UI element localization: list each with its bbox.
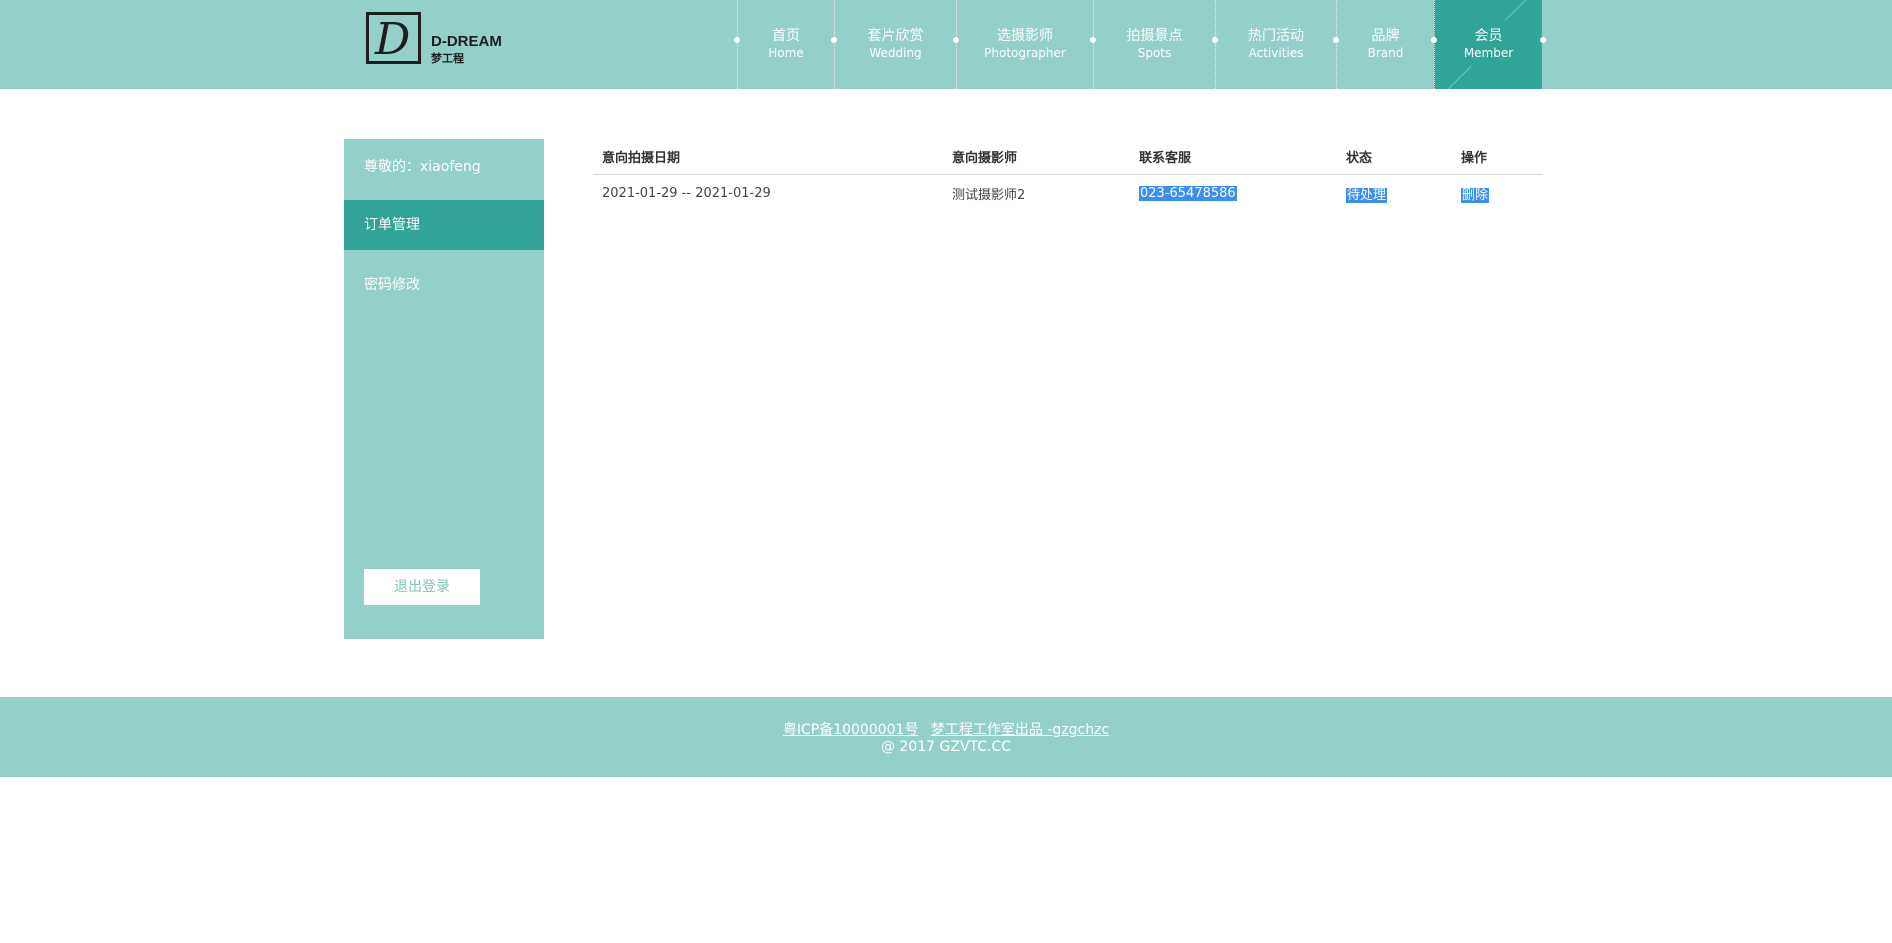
- cell-contact: 023-65478586: [1139, 185, 1237, 201]
- greeting: 尊敬的：xiaofeng: [364, 159, 481, 175]
- nav-item-spots[interactable]: 拍摄景点 Spots: [1090, 0, 1215, 89]
- nav-item-home[interactable]: 首页 Home: [734, 0, 834, 89]
- member-sidebar: 尊敬的：xiaofeng 订单管理 密码修改 退出登录: [344, 139, 544, 639]
- nav-label-zh: 选摄影师: [997, 28, 1053, 44]
- column-header-photographer: 意向摄影师: [943, 139, 1130, 175]
- sidebar-item-password[interactable]: 密码修改: [344, 260, 544, 310]
- logo-text: D-DREAM: [431, 33, 502, 50]
- site-header: D D-DREAM 梦工程 首页 Home 套片欣赏 Wedding 选摄影师 …: [0, 0, 1892, 95]
- column-header-action: 操作: [1452, 139, 1543, 175]
- studio-link[interactable]: 梦工程工作室出品 -gzgchzc: [931, 722, 1109, 738]
- nav-label-en: Wedding: [869, 46, 922, 60]
- sidebar-item-orders[interactable]: 订单管理: [344, 200, 544, 250]
- icp-link[interactable]: 粤ICP备10000001号: [783, 722, 919, 738]
- copyright: @ 2017 GZVTC.CC: [880, 739, 1012, 755]
- nav-item-wedding[interactable]: 套片欣赏 Wedding: [831, 0, 956, 89]
- table-row: 2021-01-29 -- 2021-01-29 测试摄影师2 023-6547…: [593, 175, 1543, 212]
- table-header-row: 意向拍摄日期 意向摄影师 联系客服 状态 操作: [593, 139, 1543, 175]
- main-nav: 首页 Home 套片欣赏 Wedding 选摄影师 Photographer 拍…: [734, 0, 1546, 95]
- cell-status: 待处理: [1346, 187, 1388, 203]
- nav-label-en: Photographer: [984, 46, 1066, 60]
- nav-item-activities[interactable]: 热门活动 Activities: [1212, 0, 1336, 89]
- logo-mark: D: [366, 12, 421, 64]
- nav-label-en: Member: [1463, 46, 1514, 60]
- cell-photographer: 测试摄影师2: [952, 187, 1026, 203]
- orders-table-container: 意向拍摄日期 意向摄影师 联系客服 状态 操作 2021-01-29 -- 20…: [593, 139, 1543, 211]
- footer-links: 粤ICP备10000001号 梦工程工作室出品 -gzgchzc: [0, 719, 1892, 739]
- cell-date: 2021-01-29 -- 2021-01-29: [602, 185, 771, 201]
- nav-item-brand[interactable]: 品牌 Brand: [1333, 0, 1434, 89]
- nav-label-en: Activities: [1248, 46, 1304, 60]
- column-header-status: 状态: [1337, 139, 1452, 175]
- nav-label-zh: 会员: [1474, 28, 1503, 44]
- nav-label-zh: 套片欣赏: [867, 28, 924, 44]
- nav-label-en: Brand: [1367, 46, 1404, 60]
- nav-label-en: Spots: [1137, 46, 1172, 60]
- logo-subtext: 梦工程: [431, 52, 464, 65]
- column-header-date: 意向拍摄日期: [593, 139, 943, 175]
- nav-item-member[interactable]: 会员 Member: [1431, 0, 1546, 95]
- nav-label-en: Home: [768, 46, 804, 60]
- column-header-contact: 联系客服: [1130, 139, 1337, 175]
- logo[interactable]: D D-DREAM 梦工程: [366, 12, 502, 68]
- nav-label-zh: 热门活动: [1248, 28, 1304, 44]
- orders-table: 意向拍摄日期 意向摄影师 联系客服 状态 操作 2021-01-29 -- 20…: [593, 139, 1543, 211]
- delete-link[interactable]: 删除: [1461, 187, 1490, 203]
- nav-label-zh: 品牌: [1371, 28, 1400, 44]
- site-footer: 粤ICP备10000001号 梦工程工作室出品 -gzgchzc @ 2017 …: [0, 697, 1892, 777]
- nav-label-zh: 首页: [772, 28, 800, 44]
- nav-item-photographer[interactable]: 选摄影师 Photographer: [953, 0, 1093, 89]
- logout-button[interactable]: 退出登录: [364, 569, 480, 605]
- nav-label-zh: 拍摄景点: [1126, 28, 1183, 44]
